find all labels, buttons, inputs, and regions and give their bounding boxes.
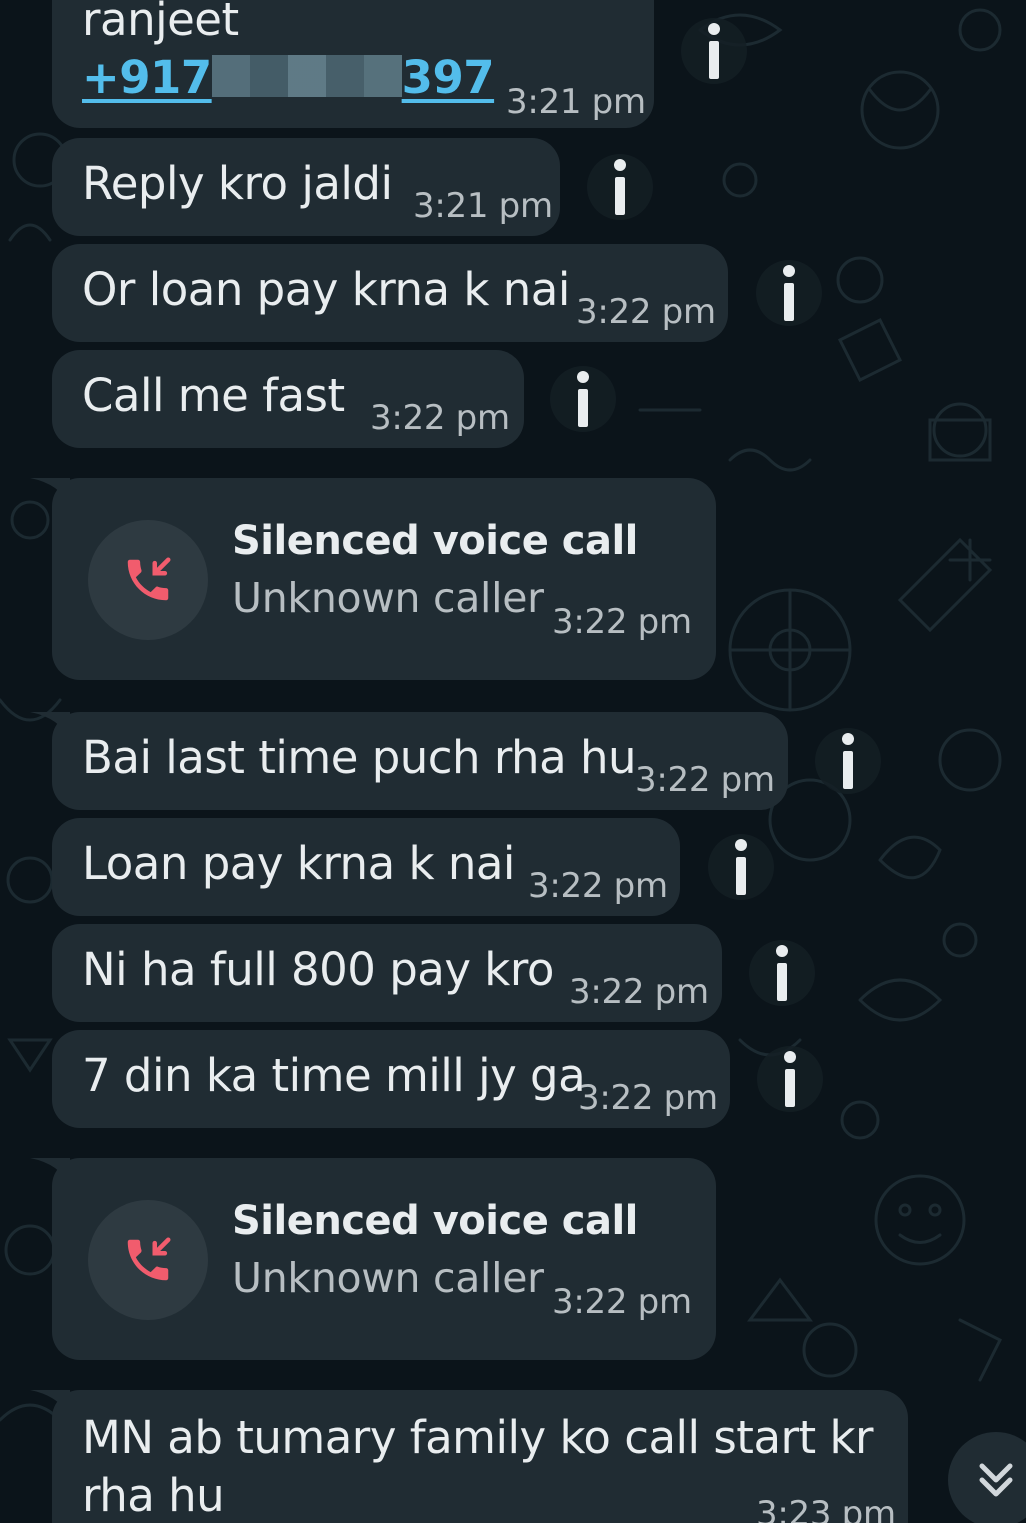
call-subtitle: Unknown caller <box>232 574 544 622</box>
message-time: 3:22 pm <box>578 1078 718 1118</box>
message-time: 3:21 pm <box>506 82 646 122</box>
message-bubble[interactable]: MN ab tumary family ko call start kr rha… <box>30 1390 908 1523</box>
message-text-line-1: MN ab tumary family ko call start kr <box>82 1411 874 1464</box>
info-button[interactable] <box>681 18 747 84</box>
info-button[interactable] <box>757 1046 823 1112</box>
call-bubble[interactable]: Silenced voice call Unknown caller 3:22 … <box>30 478 716 680</box>
message-text: 7 din ka time mill jy ga <box>82 1049 586 1102</box>
bubble-tail <box>30 712 70 740</box>
message-text: Bai last time puch rha hu <box>82 731 637 784</box>
info-icon <box>776 945 788 1001</box>
message-text-line-2: rha hu <box>82 1469 225 1522</box>
message-bubble[interactable]: Call me fast 3:22 pm <box>52 350 524 448</box>
info-icon <box>783 265 795 321</box>
call-icon-wrap <box>88 1200 208 1320</box>
call-title: Silenced voice call <box>232 518 638 564</box>
contact-name: ranjeet <box>82 0 239 46</box>
contact-phone-link[interactable]: +917 397 <box>82 50 495 106</box>
info-icon <box>708 23 720 79</box>
contact-card-bubble[interactable]: ranjeet +917 397 3:21 pm <box>52 0 654 128</box>
message-text: Reply kro jaldi <box>82 157 393 210</box>
message-time: 3:23 pm <box>756 1494 896 1523</box>
info-icon <box>614 159 626 215</box>
call-bubble[interactable]: Silenced voice call Unknown caller 3:22 … <box>30 1158 716 1360</box>
message-time: 3:22 pm <box>528 866 668 906</box>
message-time: 3:22 pm <box>635 760 775 800</box>
double-chevron-down-icon <box>979 1463 1013 1497</box>
message-time: 3:21 pm <box>413 186 553 226</box>
info-icon <box>784 1051 796 1107</box>
call-title: Silenced voice call <box>232 1198 638 1244</box>
info-button[interactable] <box>587 154 653 220</box>
message-bubble[interactable]: Ni ha full 800 pay kro 3:22 pm <box>52 924 722 1022</box>
message-text: Ni ha full 800 pay kro <box>82 943 554 996</box>
message-bubble[interactable]: 7 din ka time mill jy ga 3:22 pm <box>52 1030 730 1128</box>
message-bubble[interactable]: Bai last time puch rha hu 3:22 pm <box>30 712 788 810</box>
message-time: 3:22 pm <box>576 292 716 332</box>
info-button[interactable] <box>550 366 616 432</box>
message-bubble[interactable]: Reply kro jaldi 3:21 pm <box>52 138 560 236</box>
contact-phone-suffix: 397 <box>401 51 495 104</box>
contact-phone-prefix: +917 <box>82 51 212 104</box>
message-bubble[interactable]: Or loan pay krna k nai 3:22 pm <box>52 244 728 342</box>
bubble-tail <box>30 478 70 506</box>
bubble-tail <box>30 1158 70 1186</box>
message-text: Loan pay krna k nai <box>82 837 515 890</box>
chat-screen: ranjeet +917 397 3:21 pm Reply kro jaldi … <box>0 0 1026 1523</box>
info-button[interactable] <box>756 260 822 326</box>
phone-redaction <box>211 55 402 97</box>
message-time: 3:22 pm <box>370 398 510 438</box>
info-icon <box>842 733 854 789</box>
message-text: Or loan pay krna k nai <box>82 263 570 316</box>
call-subtitle: Unknown caller <box>232 1254 544 1302</box>
call-icon-wrap <box>88 520 208 640</box>
message-bubble[interactable]: Loan pay krna k nai 3:22 pm <box>52 818 680 916</box>
message-text: Call me fast <box>82 369 345 422</box>
info-button[interactable] <box>749 940 815 1006</box>
message-time: 3:22 pm <box>552 1282 692 1322</box>
bubble-tail <box>30 1390 70 1418</box>
missed-call-icon <box>127 1237 171 1281</box>
message-time: 3:22 pm <box>569 972 709 1012</box>
info-button[interactable] <box>708 834 774 900</box>
message-time: 3:22 pm <box>552 602 692 642</box>
info-icon <box>577 371 589 427</box>
scroll-to-bottom-button[interactable] <box>948 1432 1026 1523</box>
info-button[interactable] <box>815 728 881 794</box>
info-icon <box>735 839 747 895</box>
missed-call-icon <box>127 557 171 601</box>
